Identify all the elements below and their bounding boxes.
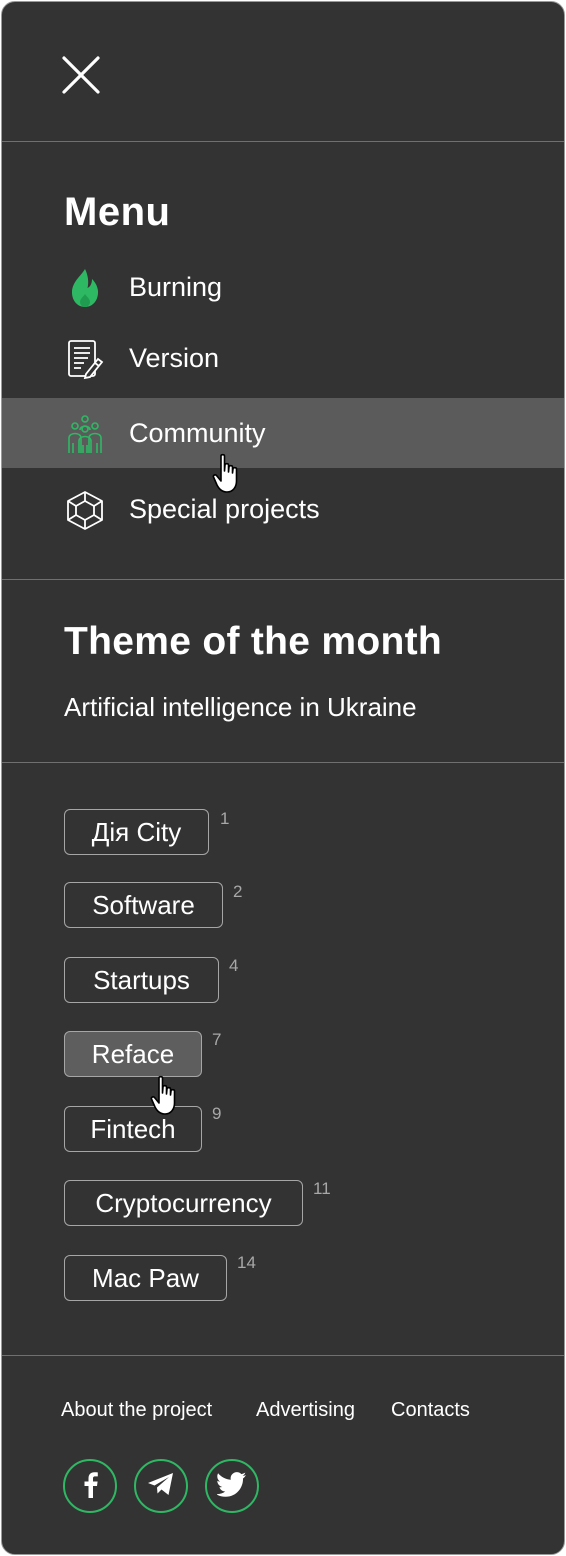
tag-count: 11 [313,1179,331,1198]
tag-button[interactable]: Cryptocurrency [64,1180,303,1226]
flame-icon [64,267,106,309]
tag-count: 9 [212,1104,222,1123]
cube-icon [64,489,106,531]
side-menu-panel: Menu Burning Version Community Special p… [1,1,565,1555]
tag-button[interactable]: Mac Paw [64,1255,227,1301]
twitter-button[interactable] [205,1459,259,1513]
menu-item-special-projects[interactable]: Special projects [2,474,564,544]
theme-of-month-title: Theme of the month [64,620,443,663]
divider [2,579,564,580]
menu-title: Menu [64,190,171,234]
footer-link-advertising[interactable]: Advertising [256,1399,355,1422]
tag-button[interactable]: Startups [64,957,219,1003]
notepad-pencil-icon [64,338,106,380]
menu-item-label: Burning [129,272,223,302]
tag-count: 14 [237,1253,256,1272]
menu-item-version[interactable]: Version [2,323,564,393]
tag-count: 7 [212,1030,222,1049]
tag-button[interactable]: Дія City [64,809,209,855]
tag-button[interactable]: Fintech [64,1106,202,1152]
menu-item-community[interactable]: Community [2,398,564,468]
menu-item-label: Version [129,343,220,373]
tag-count: 2 [233,882,243,901]
tag-button[interactable]: Reface [64,1031,202,1077]
facebook-button[interactable] [63,1459,117,1513]
facebook-icon [79,1470,101,1503]
tag-count: 1 [220,809,230,828]
tag-button[interactable]: Software [64,882,223,928]
menu-item-label: Special projects [129,494,320,524]
menu-item-label: Community [129,418,266,448]
menu-item-burning[interactable]: Burning [2,252,564,322]
tag-count: 4 [229,956,239,975]
telegram-icon [146,1471,176,1502]
theme-of-month-link[interactable]: Artificial intelligence in Ukraine [64,692,417,723]
people-group-icon [64,413,106,455]
divider [2,762,564,763]
twitter-icon [216,1471,247,1502]
close-icon[interactable] [60,54,102,96]
divider [2,1355,564,1356]
footer-link-contacts[interactable]: Contacts [391,1399,470,1422]
telegram-button[interactable] [134,1459,188,1513]
divider [2,141,564,142]
footer-link-about[interactable]: About the project [61,1399,212,1422]
